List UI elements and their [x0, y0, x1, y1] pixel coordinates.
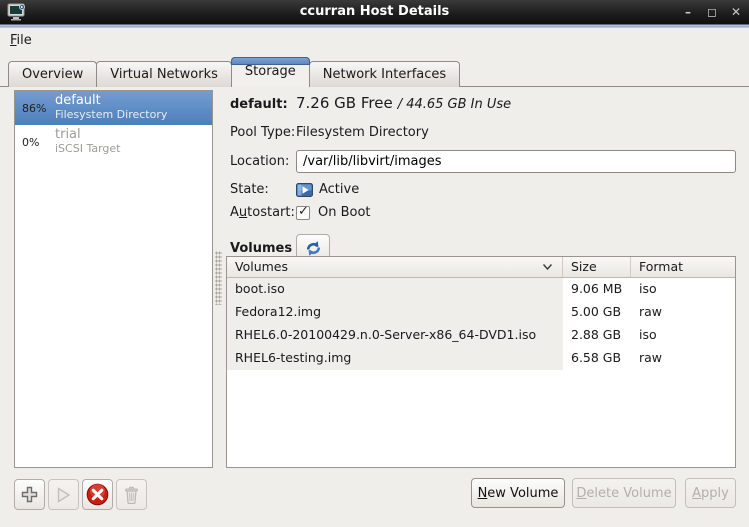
- start-pool-button[interactable]: [48, 479, 79, 510]
- volume-name: RHEL6.0-20100429.n.0-Server-x86_64-DVD1.…: [227, 324, 563, 347]
- volume-size: 6.58 GB: [571, 350, 622, 365]
- pool-type-label: Pool Type:: [230, 125, 296, 140]
- volume-format: raw: [639, 304, 663, 319]
- trash-icon: [125, 486, 138, 504]
- state-value: Active: [319, 182, 360, 197]
- volume-size: 9.06 MB: [571, 281, 623, 296]
- file-menu[interactable]: File: [0, 30, 42, 51]
- autostart-value: On Boot: [318, 205, 371, 220]
- menubar: File: [0, 28, 749, 52]
- volumes-table-header: Volumes Size Format: [227, 257, 735, 278]
- column-header-format[interactable]: Format: [631, 257, 735, 277]
- volumes-section-title: Volumes: [230, 241, 293, 256]
- volume-name: Fedora12.img: [227, 301, 563, 324]
- add-pool-button[interactable]: [14, 479, 45, 510]
- maximize-button[interactable]: ◻: [705, 0, 719, 24]
- play-icon: [57, 486, 71, 503]
- tab-network-interfaces[interactable]: Network Interfaces: [308, 61, 461, 87]
- volume-name: RHEL6-testing.img: [227, 347, 563, 370]
- volume-row[interactable]: boot.iso 9.06 MB iso: [227, 278, 735, 301]
- window-title: ccurran Host Details: [299, 4, 450, 19]
- volume-format: raw: [639, 350, 663, 365]
- pool-type: Filesystem Directory: [55, 108, 168, 122]
- pool-type: iSCSI Target: [55, 142, 121, 156]
- pool-used-space: / 44.65 GB In Use: [397, 97, 512, 112]
- pane-splitter[interactable]: [215, 251, 222, 305]
- refresh-icon: [306, 241, 320, 256]
- selected-pool-name: default:: [230, 97, 288, 112]
- titlebar: ccurran Host Details – ◻ ✕: [0, 0, 749, 24]
- volume-row[interactable]: RHEL6-testing.img 6.58 GB raw: [227, 347, 735, 370]
- delete-volume-button[interactable]: Delete Volume: [572, 478, 676, 508]
- pool-name: trial: [55, 127, 81, 143]
- plus-icon: [21, 486, 38, 503]
- tab-overview[interactable]: Overview: [8, 61, 98, 87]
- volume-name: boot.iso: [227, 278, 563, 301]
- close-button[interactable]: ✕: [729, 0, 743, 24]
- pool-usage-percent: 0%: [22, 135, 40, 149]
- storage-pool-list: 86% default Filesystem Directory 0% tria…: [14, 90, 213, 468]
- autostart-checkbox[interactable]: [296, 204, 310, 220]
- pool-type-value: Filesystem Directory: [296, 125, 429, 140]
- delete-pool-button[interactable]: [116, 479, 147, 510]
- volume-format: iso: [639, 281, 657, 296]
- tab-virtual-networks[interactable]: Virtual Networks: [96, 61, 232, 87]
- tab-storage[interactable]: Storage: [230, 57, 310, 87]
- location-label: Location:: [230, 154, 290, 169]
- column-header-volumes[interactable]: Volumes: [227, 257, 563, 277]
- pool-details-panel: default: 7.26 GB Free / 44.65 GB In Use …: [230, 94, 736, 263]
- pool-item-trial[interactable]: 0% trial iSCSI Target: [15, 125, 212, 159]
- location-input[interactable]: [296, 150, 736, 173]
- column-header-size[interactable]: Size: [563, 257, 631, 277]
- new-volume-button[interactable]: New Volume: [471, 478, 565, 508]
- volume-row[interactable]: Fedora12.img 5.00 GB raw: [227, 301, 735, 324]
- stop-pool-button[interactable]: [82, 479, 113, 510]
- pool-item-default[interactable]: 86% default Filesystem Directory: [15, 91, 212, 125]
- pool-usage-percent: 86%: [22, 101, 47, 115]
- apply-button[interactable]: Apply: [685, 478, 736, 508]
- sort-descending-icon: [543, 264, 552, 270]
- minimize-button[interactable]: –: [681, 0, 695, 24]
- stop-icon: [86, 483, 109, 506]
- state-running-icon: [296, 182, 313, 197]
- volumes-table: Volumes Size Format boot.iso 9.06 MB iso…: [226, 256, 736, 468]
- tabstrip: Overview Virtual Networks Storage Networ…: [8, 56, 461, 87]
- volume-row[interactable]: RHEL6.0-20100429.n.0-Server-x86_64-DVD1.…: [227, 324, 735, 347]
- volume-format: iso: [639, 327, 657, 342]
- pool-name: default: [55, 93, 101, 109]
- host-details-window: ccurran Host Details – ◻ ✕ File Overview…: [0, 0, 749, 527]
- state-label: State:: [230, 182, 269, 197]
- volume-size: 2.88 GB: [571, 327, 622, 342]
- pool-free-space: 7.26 GB Free: [296, 94, 393, 112]
- autostart-label: Autostart:: [230, 205, 295, 220]
- volume-size: 5.00 GB: [571, 304, 622, 319]
